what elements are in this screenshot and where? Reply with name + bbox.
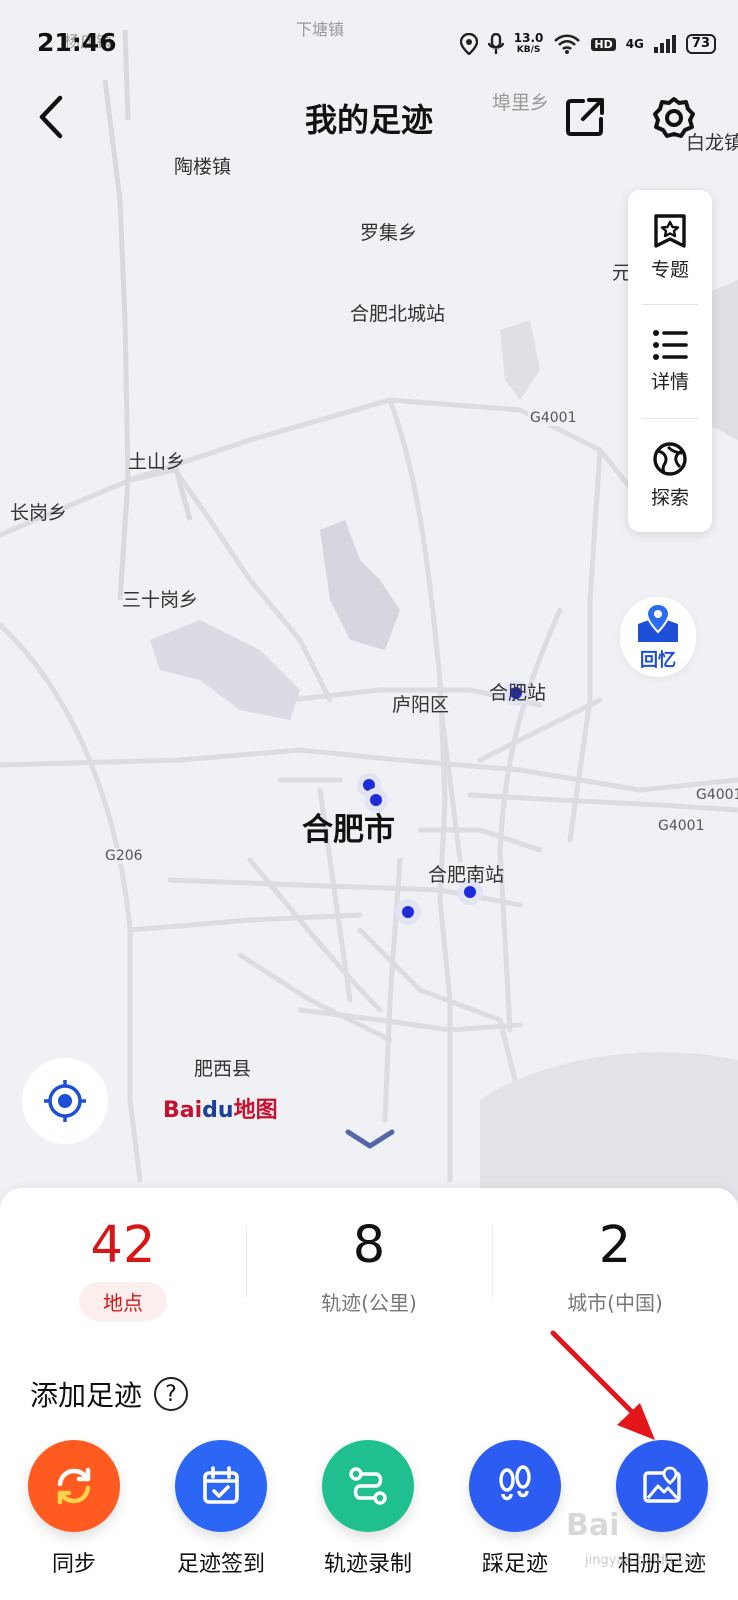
annotation-arrow	[550, 1330, 655, 1440]
